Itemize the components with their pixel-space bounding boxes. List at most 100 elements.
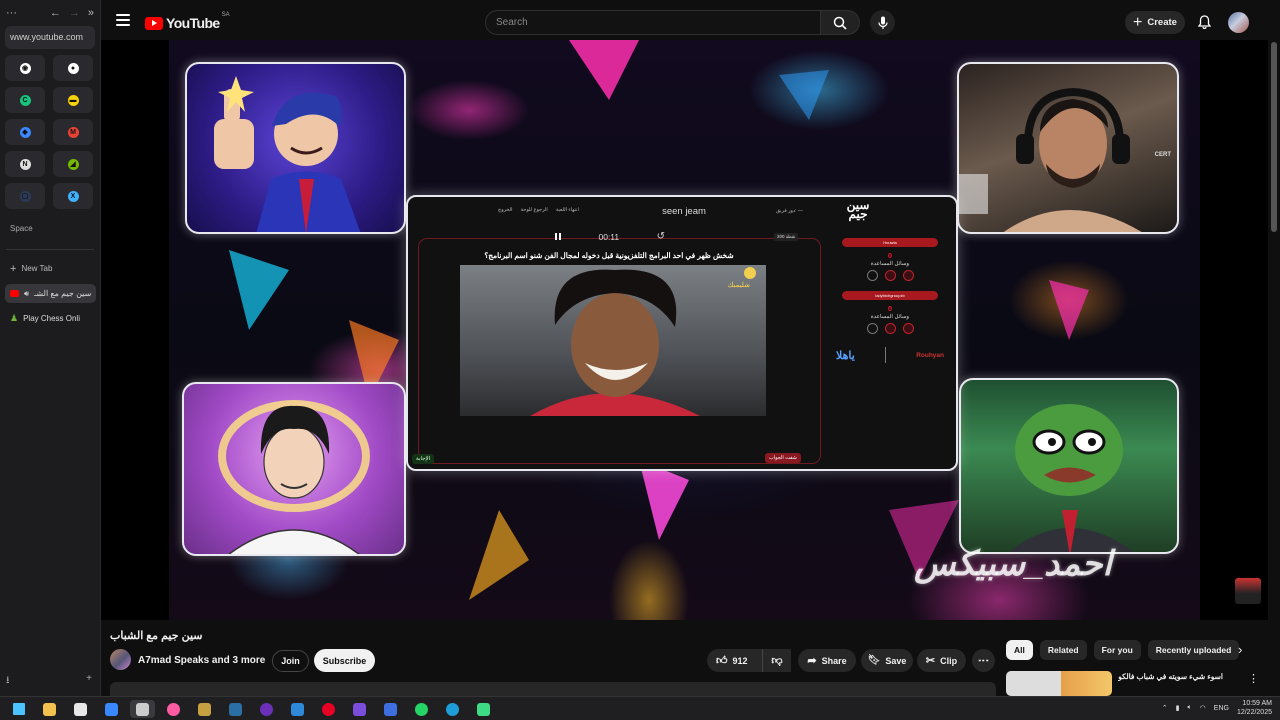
favorite-3[interactable]: C xyxy=(5,87,45,113)
favorite-5[interactable]: ◆ xyxy=(5,119,45,145)
quiz-turn: دور فريق: — xyxy=(776,208,803,214)
chip-all[interactable]: All xyxy=(1006,640,1033,660)
browser-menu-icon[interactable]: ··· xyxy=(6,7,17,19)
clock-date: 12/22/2025 xyxy=(1236,709,1272,716)
question-text: شخش ظهر في احد البرامج التلفزيونية قبل د… xyxy=(484,251,734,260)
taskbar-app-file-explorer[interactable] xyxy=(37,700,62,718)
taskbar-app-jetbrains[interactable] xyxy=(347,700,372,718)
hamburger-menu-icon[interactable] xyxy=(116,14,130,26)
clip-button[interactable]: ✂ Clip xyxy=(917,649,966,672)
channel-name[interactable]: A7mad Speaks and 3 more xyxy=(138,655,265,666)
image-caption: شليمبك xyxy=(728,281,750,289)
tab-chess[interactable]: ♟ Play Chess Onli xyxy=(5,309,96,328)
taskbar-app-calendar[interactable] xyxy=(68,700,93,718)
address-bar[interactable]: www.youtube.com xyxy=(5,26,95,49)
swap-icon xyxy=(866,323,878,334)
favorite-icon: N xyxy=(19,158,31,170)
sidebar-toggle-icon[interactable]: » xyxy=(88,7,94,19)
subscribe-button[interactable]: Subscribe xyxy=(314,649,375,672)
youtube-play-icon xyxy=(145,16,163,30)
sponsor-divider xyxy=(884,347,886,363)
taskbar-app-edge[interactable] xyxy=(440,700,465,718)
forward-icon[interactable]: → xyxy=(69,7,80,19)
description-box[interactable] xyxy=(110,682,996,696)
clock[interactable]: 10:59 AM 12/22/2025 xyxy=(1237,699,1272,717)
mail-icon xyxy=(105,702,118,716)
taskbar-app-chrome-like[interactable] xyxy=(130,700,155,718)
recommendation-thumbnail[interactable] xyxy=(1006,671,1112,696)
search-button[interactable] xyxy=(820,10,860,35)
video-player[interactable]: CERT الخروج الرجوع للوحة انتهاء اللعبة s… xyxy=(101,40,1268,620)
sponsors: ياهلا Rouhyan xyxy=(836,347,944,363)
battery-icon[interactable]: ▮ xyxy=(1176,704,1180,712)
favorite-6[interactable]: M xyxy=(53,119,93,145)
new-tab-button[interactable]: + New Tab xyxy=(5,259,96,278)
speaker-icon[interactable]: 🔊︎ xyxy=(24,289,29,299)
chevron-right-icon[interactable]: › xyxy=(1238,642,1242,657)
taskbar-app-obs[interactable] xyxy=(254,700,279,718)
language-indicator[interactable]: ENG xyxy=(1214,705,1229,712)
favorite-8[interactable]: ◢ xyxy=(53,151,93,177)
chip-recently-uploaded[interactable]: Recently uploaded xyxy=(1147,640,1240,660)
scrollbar-thumb[interactable] xyxy=(1271,42,1277,232)
team-aids-label: وسائل المساعدة xyxy=(870,314,910,320)
tab-youtube[interactable]: 🔊︎ سين جيم مع الشـ xyxy=(5,284,96,303)
taskbar-app-pinterest[interactable] xyxy=(316,700,341,718)
back-icon[interactable]: ← xyxy=(50,7,61,19)
favorite-10[interactable]: X xyxy=(53,183,93,209)
tray-overflow-icon[interactable]: ⌃ xyxy=(1162,704,1168,712)
logo-text: YouTube xyxy=(166,15,220,31)
sidebar-footer: ⭳ + xyxy=(6,673,92,690)
dislike-button[interactable]: 👎︎ xyxy=(762,649,791,672)
favorite-9[interactable]: ▢ xyxy=(5,183,45,209)
add-icon[interactable]: + xyxy=(86,673,92,690)
clip-label: Clip xyxy=(940,655,958,666)
video-frame: CERT الخروج الرجوع للوحة انتهاء اللعبة s… xyxy=(169,40,1200,620)
points-badge: نقطة 200 xyxy=(774,233,799,241)
recommendation-menu-icon[interactable]: ⋮ xyxy=(1248,672,1259,685)
share-button[interactable]: ➦ Share xyxy=(798,649,856,672)
team-name: Houwta xyxy=(842,238,938,247)
favorite-7[interactable]: N xyxy=(5,151,45,177)
space-label: Space xyxy=(10,224,33,233)
channel-avatar[interactable] xyxy=(110,649,131,670)
favorite-1[interactable]: ◉ xyxy=(5,55,45,81)
channel-watermark-icon[interactable] xyxy=(1235,578,1261,604)
taskbar-app-steam[interactable] xyxy=(223,700,248,718)
wifi-icon[interactable]: ◠ xyxy=(1200,704,1206,712)
favorite-icon: ◆ xyxy=(19,126,31,138)
favorite-icon: ◢ xyxy=(67,158,79,170)
taskbar-app-mail[interactable] xyxy=(99,700,124,718)
chip-for-you[interactable]: For you xyxy=(1093,640,1141,660)
notifications-button[interactable] xyxy=(1194,12,1214,32)
page-scrollbar[interactable] xyxy=(1268,40,1280,620)
chip-related[interactable]: Related xyxy=(1039,640,1087,660)
account-avatar[interactable] xyxy=(1228,12,1249,33)
join-button[interactable]: Join xyxy=(272,650,309,672)
taskbar-app-arc[interactable] xyxy=(161,700,186,718)
download-icon[interactable]: ⭳ xyxy=(6,673,10,690)
recommendation-title[interactable]: اسوء شيء سويته في شباب فالكونز .. xyxy=(1118,672,1223,681)
browser-nav: ··· ← → » xyxy=(6,6,94,20)
save-button[interactable]: 🔖︎ Save xyxy=(861,649,913,672)
taskbar-app-vscode[interactable] xyxy=(285,700,310,718)
favorite-4[interactable]: ▬ xyxy=(53,87,93,113)
taskbar-app-app-blue[interactable] xyxy=(378,700,403,718)
more-actions-button[interactable]: ⋮ xyxy=(972,649,995,672)
search-input[interactable]: Search xyxy=(485,10,821,35)
volume-icon[interactable]: 🔈︎ xyxy=(1187,704,1191,712)
webcam-anime-left-top xyxy=(185,62,406,234)
video-title: سين جيم مع الشباب xyxy=(110,630,203,642)
taskbar-app-media[interactable] xyxy=(192,700,217,718)
plus-icon: + xyxy=(1133,13,1143,31)
sponsor-right: Rouhyan xyxy=(916,351,944,359)
create-button[interactable]: + Create xyxy=(1125,11,1185,34)
taskbar-app-terminal-green[interactable] xyxy=(471,700,496,718)
voice-search-button[interactable] xyxy=(870,10,895,35)
hand-icon xyxy=(902,323,914,334)
favorite-2[interactable]: ● xyxy=(53,55,93,81)
youtube-logo[interactable]: YouTube SA xyxy=(145,12,230,31)
favorite-icon: ▢ xyxy=(19,190,31,202)
taskbar-app-windows[interactable] xyxy=(6,700,31,718)
taskbar-app-whatsapp[interactable] xyxy=(409,700,434,718)
